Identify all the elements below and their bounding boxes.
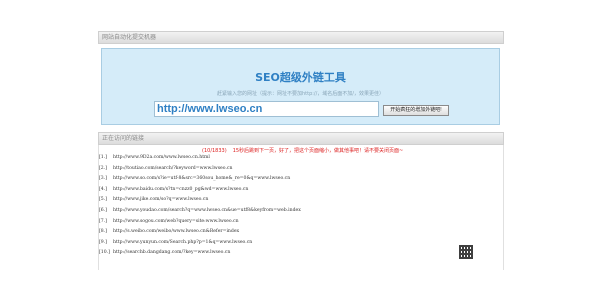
link-url[interactable]: http://searchb.dangdang.com/?key=www.lws… xyxy=(113,250,230,255)
link-list: [1.] http://www.9D2a.com/www.lwseo.cn.htm… xyxy=(99,153,301,259)
list-item: [4.] http://www.baidu.com/s?tn=cnzz0_pg&w… xyxy=(99,185,301,196)
link-url[interactable]: http://www.youdao.com/search?q=www.lwseo… xyxy=(113,208,301,213)
link-url[interactable]: http://www.9D2a.com/www.lwseo.cn.html xyxy=(113,155,210,160)
link-index: [4.] xyxy=(99,186,107,192)
url-input[interactable] xyxy=(154,101,379,117)
link-url[interactable]: http://www.sogou.com/web?query=site:www.… xyxy=(113,219,239,224)
link-index: [7.] xyxy=(99,218,107,224)
list-item: [3.] http://www.so.com/s?ie=utf-8&src=360… xyxy=(99,174,301,185)
seo-tool-box: SEO超级外链工具 赶紧输入您的网址（提示：网址不要加http://，域名后面不… xyxy=(101,48,500,125)
link-index: [3.] xyxy=(99,176,107,182)
url-hint: 赶紧输入您的网址（提示：网址不要加http://，域名后面不加/，效果更佳） xyxy=(216,91,384,97)
visiting-links-header: 正在访问的链接 xyxy=(98,132,504,145)
link-index: [8.] xyxy=(99,229,107,235)
list-item: [1.] http://www.9D2a.com/www.lwseo.cn.htm… xyxy=(99,153,301,164)
list-item: [7.] http://www.sogou.com/web?query=site:… xyxy=(99,217,301,228)
site-tool-header: 网站自动化提交机器 xyxy=(98,31,504,44)
link-url[interactable]: http://www.jike.com/so?q=www.lwseo.cn xyxy=(113,197,208,202)
qr-code-icon xyxy=(459,245,473,259)
list-item: [5.] http://www.jike.com/so?q=www.lwseo.c… xyxy=(99,195,301,206)
list-item: [6.] http://www.youdao.com/search?q=www.l… xyxy=(99,206,301,217)
start-submit-button[interactable]: 开始疯狂的增加外链吧! xyxy=(383,105,449,116)
list-item: [10.] http://searchb.dangdang.com/?key=ww… xyxy=(99,248,301,259)
list-item: [9.] http://www.yunyun.com/Search.php?p=1… xyxy=(99,238,301,249)
link-index: [2.] xyxy=(99,165,107,171)
link-index: [5.] xyxy=(99,197,107,203)
link-index: [9.] xyxy=(99,239,107,245)
link-url[interactable]: http://www.yunyun.com/Search.php?p=1&q=w… xyxy=(113,240,252,245)
list-item: [2.] http://toutiao.com/search/?keyword=w… xyxy=(99,164,301,175)
link-url[interactable]: http://s.weibo.com/weibo/www.lwseo.cn&Re… xyxy=(113,229,239,234)
link-url[interactable]: http://www.baidu.com/s?tn=cnzz0_pg&wd=ww… xyxy=(113,187,248,192)
link-index: [6.] xyxy=(99,207,107,213)
link-index: [1.] xyxy=(99,155,107,160)
seo-tool-title: SEO超级外链工具 xyxy=(255,71,346,84)
link-url[interactable]: http://www.so.com/s?ie=utf-8&src=360sou_… xyxy=(113,176,290,181)
link-url[interactable]: http://toutiao.com/search/?keyword=www.l… xyxy=(113,166,232,171)
link-index: [10.] xyxy=(99,250,110,256)
list-item: [8.] http://s.weibo.com/weibo/www.lwseo.c… xyxy=(99,227,301,238)
